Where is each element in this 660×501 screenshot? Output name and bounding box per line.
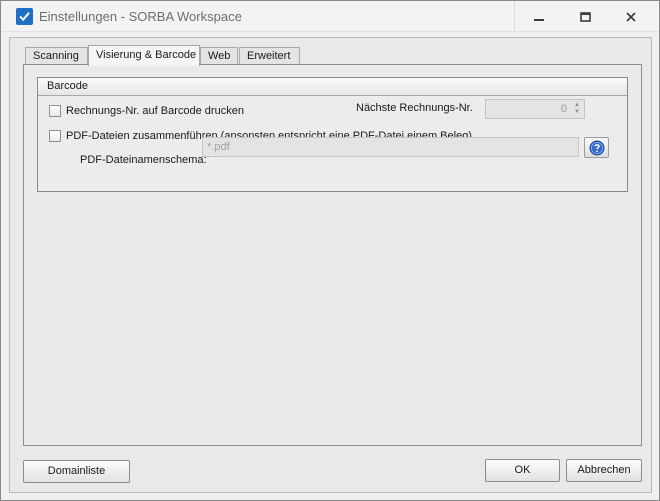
tab-label: Web bbox=[208, 50, 231, 62]
question-mark-icon bbox=[589, 140, 604, 155]
print-invoice-no-checkbox[interactable] bbox=[49, 105, 61, 117]
close-icon bbox=[626, 11, 636, 22]
help-button[interactable] bbox=[584, 137, 609, 158]
title-bar-divider bbox=[514, 1, 515, 32]
title-bar[interactable]: Einstellungen - SORBA Workspace bbox=[1, 1, 659, 32]
window-title: Einstellungen - SORBA Workspace bbox=[39, 9, 242, 24]
print-invoice-no-label: Rechnungs-Nr. auf Barcode drucken bbox=[66, 105, 244, 117]
ok-button[interactable]: OK bbox=[485, 459, 560, 482]
tab-visierung-barcode[interactable]: Visierung & Barcode bbox=[88, 45, 200, 66]
maximize-button[interactable] bbox=[562, 1, 608, 32]
cancel-button[interactable]: Abbrechen bbox=[566, 459, 642, 482]
pdf-filename-schema-label: PDF-Dateinamenschema: bbox=[80, 154, 207, 166]
tab-label: Erweitert bbox=[247, 50, 291, 62]
tab-web[interactable]: Web bbox=[200, 47, 238, 65]
tab-scanning[interactable]: Scanning bbox=[25, 47, 88, 65]
app-checkmark-icon bbox=[16, 8, 33, 25]
next-invoice-no-label: Nächste Rechnungs-Nr. bbox=[356, 102, 473, 114]
pdf-filename-schema-field[interactable]: *.pdf bbox=[202, 137, 579, 157]
barcode-group-header: Barcode bbox=[38, 78, 627, 96]
minimize-button[interactable] bbox=[516, 1, 562, 32]
spinner-up-icon[interactable]: ▲ bbox=[574, 102, 580, 109]
barcode-group: Barcode Rechnungs-Nr. auf Barcode drucke… bbox=[37, 77, 628, 192]
maximize-icon bbox=[579, 11, 591, 22]
print-invoice-no-option[interactable]: Rechnungs-Nr. auf Barcode drucken bbox=[49, 105, 244, 117]
spinner-arrows[interactable]: ▲ ▼ bbox=[572, 102, 582, 116]
tab-panel-visierung-barcode: Barcode Rechnungs-Nr. auf Barcode drucke… bbox=[23, 64, 642, 446]
domain-list-button[interactable]: Domainliste bbox=[23, 460, 130, 483]
spinner-down-icon[interactable]: ▼ bbox=[574, 109, 580, 116]
tab-label: Scanning bbox=[33, 50, 79, 62]
tab-label: Visierung & Barcode bbox=[96, 49, 197, 61]
next-invoice-no-spinner[interactable]: 0 ▲ ▼ bbox=[485, 99, 585, 119]
dialog-body: Scanning Visierung & Barcode Web Erweite… bbox=[9, 37, 652, 493]
minimize-icon bbox=[534, 18, 544, 21]
tab-erweitert[interactable]: Erweitert bbox=[239, 47, 300, 65]
close-button[interactable] bbox=[608, 1, 654, 32]
settings-window: Einstellungen - SORBA Workspace Scanning bbox=[0, 0, 660, 501]
merge-pdf-checkbox[interactable] bbox=[49, 130, 61, 142]
next-invoice-no-value: 0 bbox=[560, 103, 567, 115]
